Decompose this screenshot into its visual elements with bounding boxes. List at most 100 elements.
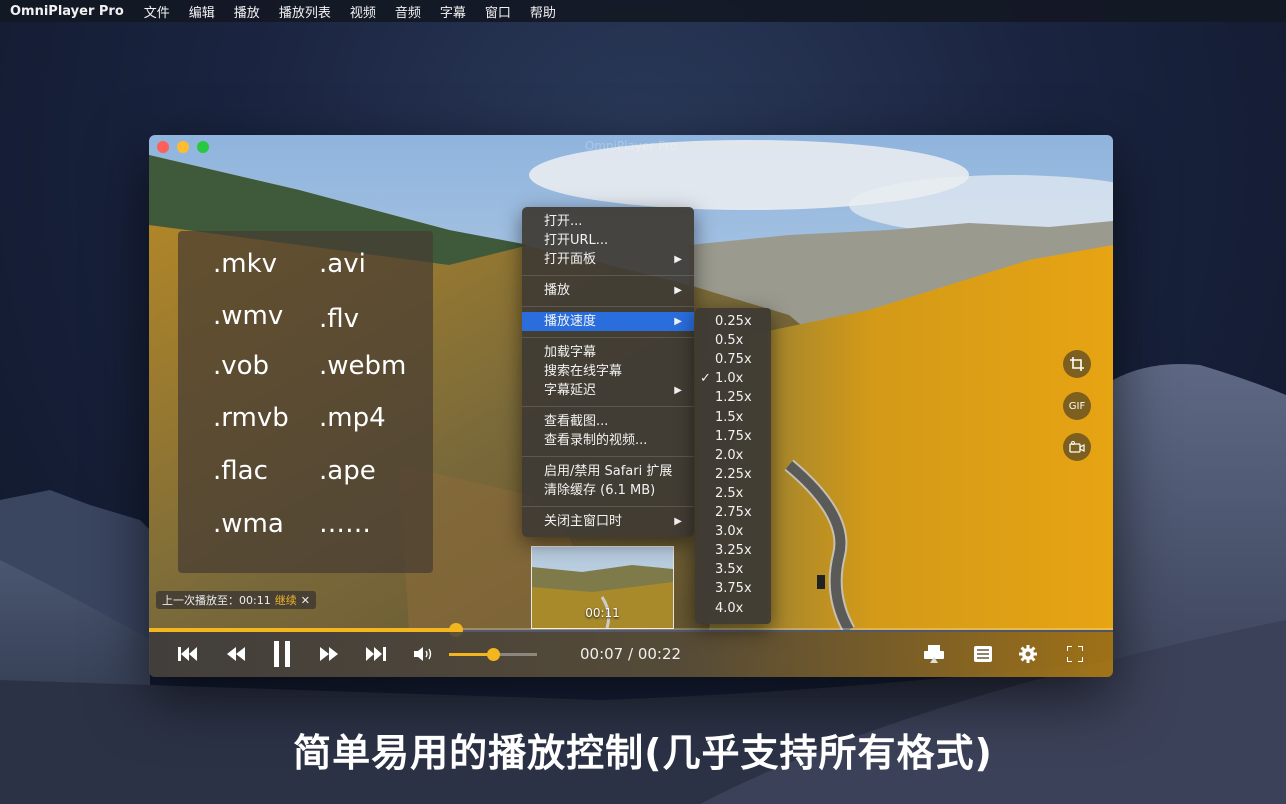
speed-option[interactable]: 0.25x (715, 312, 752, 331)
menu-item-search-subtitles[interactable]: 搜索在线字幕 (544, 362, 622, 381)
menu-item-open-panel-label: 打开面板 (544, 252, 597, 267)
speed-option[interactable]: 4.0x (715, 599, 743, 618)
fast-forward-button[interactable] (318, 642, 340, 666)
speed-option[interactable]: 1.0x (715, 369, 743, 388)
menu-window[interactable]: 窗口 (485, 2, 511, 21)
playlist-button[interactable] (972, 642, 994, 666)
menu-separator (522, 306, 694, 307)
menu-playlist[interactable]: 播放列表 (279, 2, 331, 21)
crop-button[interactable] (1063, 350, 1091, 378)
rewind-button[interactable] (225, 642, 247, 666)
menu-item-open-url[interactable]: 打开URL... (544, 231, 608, 250)
speaker-icon (414, 647, 432, 661)
fullscreen-icon (1067, 646, 1083, 662)
menu-file[interactable]: 文件 (144, 2, 170, 21)
menu-item-on-close-label: 关闭主窗口时 (544, 514, 623, 529)
menu-item-subtitle-delay[interactable]: 字幕延迟 ▶ (544, 381, 694, 400)
menu-item-speed-label: 播放速度 (544, 314, 597, 329)
menu-item-subtitle-delay-label: 字幕延迟 (544, 383, 597, 398)
format-flv: .flv (319, 304, 360, 334)
speed-option[interactable]: 1.25x (715, 388, 752, 407)
mute-button[interactable] (413, 642, 435, 666)
submenu-arrow-icon: ▶ (674, 385, 682, 396)
speed-option[interactable]: 2.75x (715, 503, 752, 522)
menu-item-clear-cache[interactable]: 清除缓存 (6.1 MB) (544, 481, 655, 500)
format-wmv: .wmv (213, 301, 284, 331)
formats-overlay: .mkv .avi .wmv .flv .vob .webm .rmvb .mp… (178, 231, 433, 573)
context-menu: 打开... 打开URL... 打开面板 ▶ 播放 ▶ 播放速度 ▶ 加载字幕 搜… (522, 207, 694, 537)
menu-item-view-recordings[interactable]: 查看录制的视频... (544, 431, 647, 450)
resume-close-icon[interactable]: ✕ (301, 594, 310, 607)
menu-playback[interactable]: 播放 (234, 2, 260, 21)
menu-item-on-close[interactable]: 关闭主窗口时 ▶ (544, 512, 694, 531)
format-rmvb: .rmvb (213, 403, 289, 433)
menu-app-name[interactable]: OmniPlayer Pro (10, 4, 124, 19)
speed-option[interactable]: 2.5x (715, 484, 743, 503)
fast-forward-icon (320, 647, 338, 661)
speed-option[interactable]: 1.5x (715, 408, 743, 427)
format-mkv: .mkv (213, 249, 278, 279)
settings-button[interactable] (1017, 642, 1039, 666)
gif-button[interactable]: GIF (1063, 392, 1091, 420)
crop-icon (1070, 357, 1084, 371)
speed-option[interactable]: 1.75x (715, 427, 752, 446)
gif-label: GIF (1068, 400, 1086, 412)
format-flac: .flac (213, 456, 268, 486)
menu-separator (522, 337, 694, 338)
volume-slider[interactable] (449, 648, 537, 661)
menu-item-open-panel[interactable]: 打开面板 ▶ (544, 250, 694, 269)
pause-button[interactable] (269, 641, 295, 667)
menu-help[interactable]: 帮助 (530, 2, 556, 21)
preview-time: 00:11 (585, 606, 620, 620)
airplay-button[interactable] (923, 642, 945, 666)
format-wma: .wma (213, 509, 284, 539)
submenu-arrow-icon: ▶ (674, 285, 682, 296)
menu-item-play[interactable]: 播放 ▶ (544, 281, 694, 300)
speed-option[interactable]: 3.0x (715, 522, 743, 541)
speed-option[interactable]: 2.25x (715, 465, 752, 484)
menu-video[interactable]: 视频 (350, 2, 376, 21)
gear-icon (1019, 645, 1037, 663)
fullscreen-button[interactable] (1064, 642, 1086, 666)
speed-option[interactable]: 3.25x (715, 541, 752, 560)
resume-label: 上一次播放至：00:11 (162, 594, 271, 607)
list-icon (974, 646, 992, 662)
menu-separator (522, 406, 694, 407)
menu-edit[interactable]: 编辑 (189, 2, 215, 21)
skip-to-start-button[interactable] (177, 642, 199, 666)
resume-playback-banner: 上一次播放至：00:11 继续 ✕ (156, 591, 316, 609)
format-mp4: .mp4 (319, 403, 386, 433)
format-more: …… (319, 509, 371, 539)
speed-submenu: 0.25x 0.5x 0.75x 1.0x ✓ 1.25x 1.5x 1.75x 2.0x 2.2… (695, 308, 771, 624)
rewind-icon (227, 647, 245, 661)
menu-item-safari-extension[interactable]: 启用/禁用 Safari 扩展 (544, 462, 672, 481)
menu-separator (522, 456, 694, 457)
screen-cast-icon (924, 645, 944, 663)
record-button[interactable] (1063, 433, 1091, 461)
menu-item-open[interactable]: 打开... (544, 212, 582, 231)
speed-option[interactable]: 3.75x (715, 579, 752, 598)
resume-continue-link[interactable]: 继续 (275, 592, 297, 608)
speed-option[interactable]: 2.0x (715, 446, 743, 465)
speed-option[interactable]: 0.75x (715, 350, 752, 369)
format-webm: .webm (319, 351, 407, 381)
checkmark-icon: ✓ (700, 371, 711, 387)
menu-subtitles[interactable]: 字幕 (440, 2, 466, 21)
menu-item-play-label: 播放 (544, 283, 571, 298)
video-camera-icon (1069, 441, 1085, 453)
menubar: OmniPlayer Pro 文件 编辑 播放 播放列表 视频 音频 字幕 窗口… (0, 0, 1286, 22)
menu-item-playback-speed[interactable]: 播放速度 ▶ (544, 312, 694, 331)
window-title: OmniPlayer Pro (584, 139, 678, 153)
speed-option[interactable]: 0.5x (715, 331, 743, 350)
pause-icon (274, 641, 290, 667)
volume-slider-knob[interactable] (487, 648, 500, 661)
control-bar: 00:07 / 00:22 (149, 632, 1113, 677)
skip-forward-icon (366, 647, 386, 661)
menu-item-load-subtitles[interactable]: 加载字幕 (544, 343, 596, 362)
menu-item-view-screenshots[interactable]: 查看截图... (544, 412, 608, 431)
submenu-arrow-icon: ▶ (674, 316, 682, 327)
speed-option[interactable]: 3.5x (715, 560, 743, 579)
menu-audio[interactable]: 音频 (395, 2, 421, 21)
skip-back-icon (178, 647, 197, 661)
skip-to-end-button[interactable] (365, 642, 387, 666)
